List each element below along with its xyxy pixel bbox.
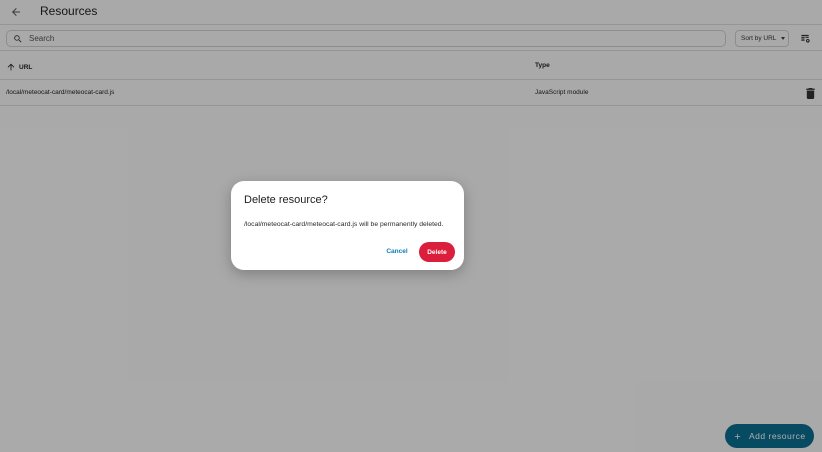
cancel-button[interactable]: Cancel <box>381 244 413 258</box>
confirm-delete-button[interactable]: Delete <box>419 242 455 262</box>
dialog-message: /local/meteocat-card/meteocat-card.js wi… <box>244 221 444 228</box>
delete-resource-dialog: Delete resource? /local/meteocat-card/me… <box>231 181 464 270</box>
dialog-title: Delete resource? <box>244 194 328 206</box>
